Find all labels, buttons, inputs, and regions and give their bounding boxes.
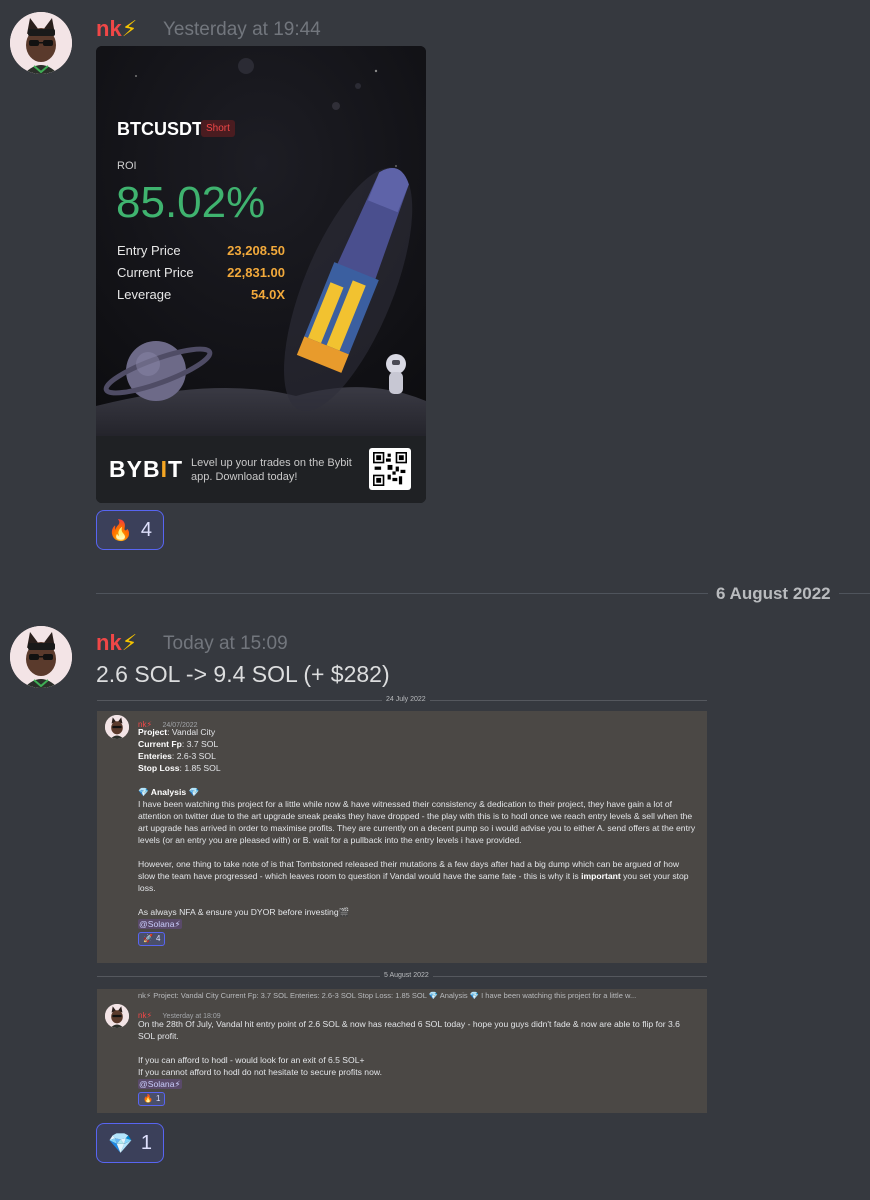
role-mention[interactable]: @Solana⚡ xyxy=(138,1079,182,1089)
analysis-heading: 💎 Analysis 💎 xyxy=(138,787,200,797)
username[interactable]: nk⚡ xyxy=(96,16,137,42)
space-rocket-illustration xyxy=(96,46,426,436)
embedded-message-body: On the 28th Of July, Vandal hit entry po… xyxy=(138,1018,698,1106)
hodl-line: If you can afford to hodl - would look f… xyxy=(138,1055,365,1065)
secure-profits-line: If you cannot afford to hodl do not hesi… xyxy=(138,1067,382,1077)
entries-value: : 2.6-3 SOL xyxy=(171,751,216,761)
user-avatar[interactable] xyxy=(10,12,72,74)
stop-loss-label: Stop Loss xyxy=(138,763,180,773)
stop-loss-value: : 1.85 SOL xyxy=(179,763,221,773)
current-price-value: 22,831.00 xyxy=(227,265,285,280)
roi-label: ROI xyxy=(117,160,137,172)
embedded-date-divider: 24 July 2022 xyxy=(97,694,707,708)
bybit-logo-part: T xyxy=(167,456,184,482)
lightning-emoji: ⚡ xyxy=(121,630,138,655)
username-text[interactable]: nk xyxy=(96,16,122,41)
fire-icon: 🔥 xyxy=(143,1094,153,1103)
bybit-logo: BYBIT xyxy=(109,456,183,483)
date-divider-label: 6 August 2022 xyxy=(708,584,839,604)
bybit-logo-part: I xyxy=(160,456,168,482)
role-mention[interactable]: @Solana⚡ xyxy=(138,919,182,929)
bybit-tagline: Level up your trades on the Bybit app. D… xyxy=(191,457,352,483)
message-text: 2.6 SOL -> 9.4 SOL (+ $282) xyxy=(96,661,390,687)
project-value: : Vandal City xyxy=(167,727,216,737)
reaction-count: 1 xyxy=(140,1131,153,1154)
card-footer: BYBIT Level up your trades on the Bybit … xyxy=(96,436,426,503)
embedded-avatar xyxy=(105,715,129,739)
message-timestamp[interactable]: Yesterday at 19:44 xyxy=(163,19,321,41)
leverage-label: Leverage xyxy=(117,287,172,302)
qr-code-icon xyxy=(369,448,411,490)
trading-pair: BTCUSDT xyxy=(117,119,203,139)
username[interactable]: nk⚡ xyxy=(96,630,137,656)
embedded-reaction: 🚀 4 xyxy=(138,932,166,946)
entry-price-value: 23,208.50 xyxy=(227,243,285,258)
lightning-emoji: ⚡ xyxy=(121,16,138,41)
embedded-reaction: 🔥 1 xyxy=(138,1092,166,1106)
embedded-avatar xyxy=(105,1004,129,1028)
update-paragraph: On the 28th Of July, Vandal hit entry po… xyxy=(138,1019,680,1041)
bybit-pnl-card-image[interactable]: BTCUSDT Short ROI 85.02% Entry Price 23,… xyxy=(96,46,426,503)
username-text[interactable]: nk xyxy=(96,630,122,655)
leverage-value: 54.0X xyxy=(251,287,285,302)
important-text: important xyxy=(581,871,621,881)
current-price-label: Current Price xyxy=(117,265,194,280)
project-label: Project xyxy=(138,727,168,737)
embedded-screenshot-post[interactable]: nk⚡ 24/07/2022 Project: Vandal City Curr… xyxy=(97,711,707,963)
embedded-date-label: 24 July 2022 xyxy=(382,696,430,703)
floor-price-label: Current Fp xyxy=(138,739,182,749)
short-badge: Short xyxy=(201,120,235,137)
fire-icon: 🔥 xyxy=(107,519,133,542)
fire-reaction-button[interactable]: 🔥 4 xyxy=(96,510,164,550)
gem-reaction-button[interactable]: 💎 1 xyxy=(96,1123,164,1163)
embedded-message-body: Project: Vandal City Current Fp: 3.7 SOL… xyxy=(138,726,698,946)
analysis-paragraph: I have been watching this project for a … xyxy=(138,799,696,845)
embedded-date-label: 5 August 2022 xyxy=(380,972,433,979)
entries-label: Enteries xyxy=(138,751,172,761)
gem-icon: 💎 xyxy=(107,1132,133,1155)
reaction-count: 4 xyxy=(140,518,153,541)
embedded-screenshot-post[interactable]: nk⚡ Project: Vandal City Current Fp: 3.7… xyxy=(97,989,707,1113)
reply-preview: nk⚡ Project: Vandal City Current Fp: 3.7… xyxy=(138,991,637,1000)
warning-paragraph: However, one thing to take note of is th… xyxy=(138,858,698,894)
entry-price-label: Entry Price xyxy=(117,243,181,258)
message-timestamp[interactable]: Today at 15:09 xyxy=(163,633,288,655)
floor-price-value: : 3.7 SOL xyxy=(181,739,219,749)
embedded-date-divider: 5 August 2022 xyxy=(97,970,707,984)
roi-value: 85.02% xyxy=(116,178,266,227)
closing-line: As always NFA & ensure you DYOR before i… xyxy=(138,907,350,917)
embedded-reaction-count: 4 xyxy=(155,934,161,943)
user-avatar[interactable] xyxy=(10,626,72,688)
rocket-icon: 🚀 xyxy=(143,934,153,943)
embedded-reaction-count: 1 xyxy=(155,1094,161,1103)
bybit-logo-part: BYB xyxy=(109,456,161,482)
